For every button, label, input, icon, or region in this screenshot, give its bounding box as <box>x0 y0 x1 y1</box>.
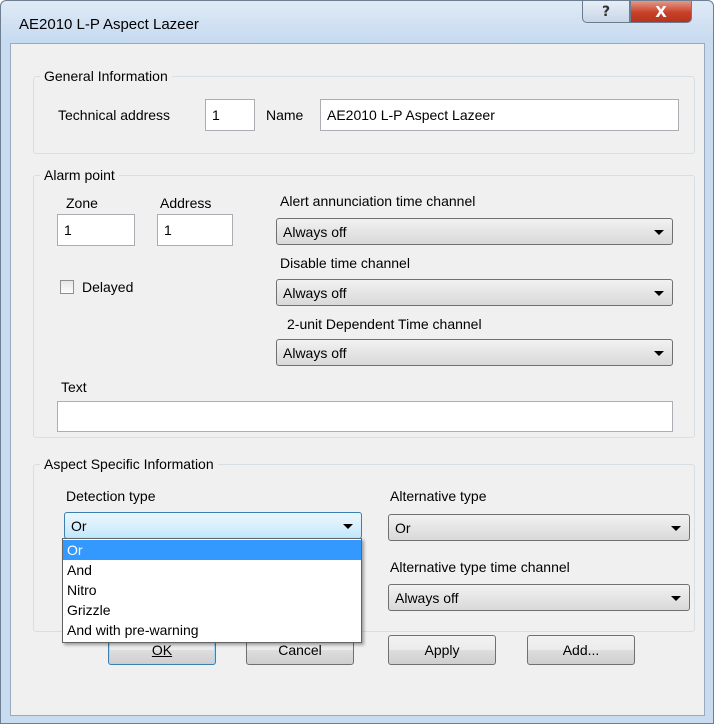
alert-channel-label: Alert annunciation time channel <box>280 193 476 209</box>
cancel-button-label: Cancel <box>278 642 322 658</box>
technical-address-input[interactable]: 1 <box>205 99 255 131</box>
apply-button[interactable]: Apply <box>388 635 496 665</box>
detection-type-label: Detection type <box>66 488 156 504</box>
name-input[interactable]: AE2010 L-P Aspect Lazeer <box>320 99 679 131</box>
add-button[interactable]: Add... <box>527 635 635 665</box>
add-button-label: Add... <box>562 642 600 658</box>
detection-type-select[interactable]: Or <box>64 512 362 539</box>
disable-channel-value: Always off <box>283 285 347 301</box>
group-title: Aspect Specific Information <box>40 455 218 473</box>
chevron-down-icon <box>343 524 353 529</box>
close-button[interactable]: X <box>630 1 692 23</box>
detection-type-value: Or <box>71 518 87 534</box>
dropdown-option[interactable]: Grizzle <box>63 600 361 620</box>
address-input[interactable]: 1 <box>157 214 233 246</box>
alternative-channel-label: Alternative type time channel <box>390 559 570 575</box>
ok-button-label: OK <box>151 642 173 658</box>
apply-button-label: Apply <box>424 642 460 658</box>
title-bar[interactable]: AE2010 L-P Aspect Lazeer ? X <box>1 1 713 43</box>
alternative-type-label: Alternative type <box>390 488 487 504</box>
text-label: Text <box>61 379 87 395</box>
close-icon: X <box>655 2 667 21</box>
technical-address-label: Technical address <box>58 107 171 123</box>
disable-channel-label: Disable time channel <box>280 255 410 271</box>
chevron-down-icon <box>671 596 681 601</box>
alternative-channel-select[interactable]: Always off <box>388 584 690 611</box>
zone-input[interactable]: 1 <box>57 214 135 246</box>
alert-channel-value: Always off <box>283 224 347 240</box>
dropdown-option[interactable]: Nitro <box>63 580 361 600</box>
detection-type-dropdown-list[interactable]: Or And Nitro Grizzle And with pre-warnin… <box>62 538 362 643</box>
dependent-channel-value: Always off <box>283 345 347 361</box>
dropdown-option[interactable]: Or <box>63 540 361 560</box>
zone-label: Zone <box>66 195 98 211</box>
dependent-channel-label: 2-unit Dependent Time channel <box>287 316 482 332</box>
chevron-down-icon <box>654 230 664 235</box>
name-label: Name <box>266 107 304 123</box>
chevron-down-icon <box>654 291 664 296</box>
dropdown-option[interactable]: And <box>63 560 361 580</box>
dependent-channel-select[interactable]: Always off <box>276 339 673 366</box>
address-label: Address <box>160 195 212 211</box>
group-title: General Information <box>40 67 172 85</box>
question-mark-icon: ? <box>601 3 611 20</box>
alternative-type-value: Or <box>395 520 411 536</box>
group-title: Alarm point <box>40 166 119 184</box>
alert-channel-select[interactable]: Always off <box>276 218 673 245</box>
delayed-checkbox[interactable] <box>60 280 74 294</box>
alternative-channel-value: Always off <box>395 590 459 606</box>
dropdown-option[interactable]: And with pre-warning <box>63 620 361 640</box>
help-button[interactable]: ? <box>582 1 630 23</box>
alternative-type-select[interactable]: Or <box>388 514 690 541</box>
delayed-label: Delayed <box>82 279 134 295</box>
window-title: AE2010 L-P Aspect Lazeer <box>19 16 199 33</box>
chevron-down-icon <box>671 526 681 531</box>
disable-channel-select[interactable]: Always off <box>276 279 673 306</box>
text-input[interactable] <box>57 401 673 432</box>
chevron-down-icon <box>654 351 664 356</box>
